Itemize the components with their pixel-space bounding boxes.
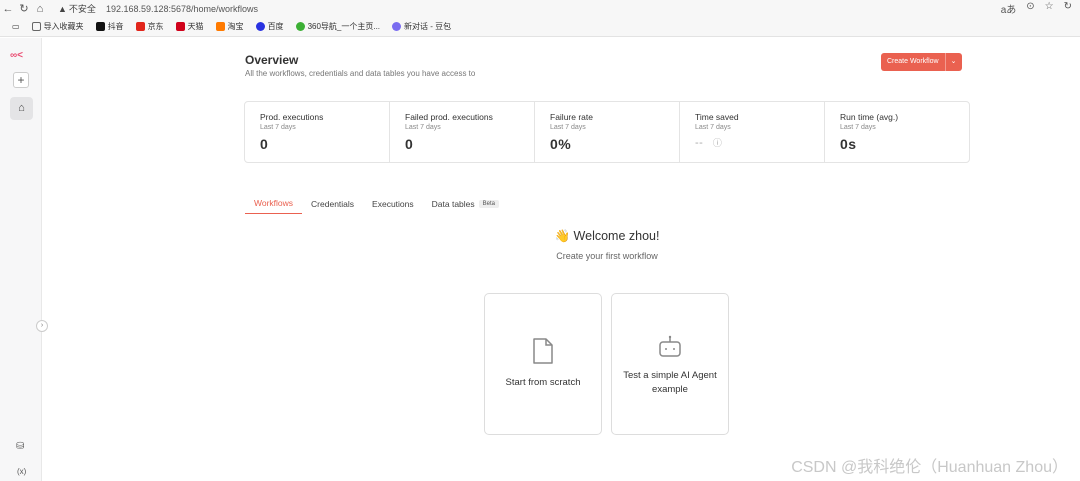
create-workflow-group: Create Workflow ⌄ [881,53,962,71]
bookmark-label: 导入收藏夹 [43,22,84,31]
doubao-icon [392,22,402,31]
stat-period: Last 7 days [405,124,441,131]
bookmark-item[interactable]: 淘宝 [215,21,244,32]
chevron-down-icon: ⌄ [950,58,957,65]
stat-value: 0% [550,136,572,152]
bookmark-label: 新对话 - 豆包 [404,22,452,31]
home-nav-button[interactable]: ⌂ [10,97,33,120]
templates-icon[interactable]: ⛁ [16,441,24,452]
variables-icon[interactable]: (x) [17,467,26,476]
start-from-scratch-card[interactable]: Start from scratch [484,293,602,435]
tabs: Workflows Credentials Executions Data ta… [245,196,508,214]
apps-icon: ▭ [12,22,20,31]
insecure-label: 不安全 [68,4,96,14]
page-title: Overview [245,53,299,67]
create-workflow-button[interactable]: Create Workflow [881,53,945,71]
watermark: CSDN @我科绝伦（Huanhuan Zhou） [791,459,1068,476]
bookmark-item[interactable]: 导入收藏夹 [31,21,84,32]
tab-executions[interactable]: Executions [363,196,423,214]
stats-panel: Prod. executions Last 7 days 0 Failed pr… [244,101,970,163]
collapse-sidebar-button[interactable]: › [36,320,48,332]
stat-failure-rate: Failure rate Last 7 days 0% [535,102,680,162]
bookmark-label: 淘宝 [227,22,244,31]
stat-value: 0 [260,136,269,152]
browser-address-bar: ← ↻ ⌂ ▲ 不安全 192.168.59.128:5678/home/wor… [0,0,1080,17]
bookmark-item[interactable]: 新对话 - 豆包 [392,21,451,32]
warning-icon: ▲ [58,3,67,14]
stat-period: Last 7 days [260,124,296,131]
stat-label: Failed prod. executions [405,112,493,122]
url-text[interactable]: 192.168.59.128:5678/home/workflows [106,4,258,14]
tab-credentials[interactable]: Credentials [302,196,363,214]
tab-data-tables[interactable]: Data tables Beta [423,196,508,214]
stat-value: 0s [840,136,857,152]
refresh-icon[interactable]: ↻ [1064,1,1072,16]
bookmark-item[interactable]: 抖音 [95,21,124,32]
house-icon: ⌂ [18,102,25,114]
file-icon [485,338,601,369]
tmall-icon [175,22,185,31]
page-subtitle: All the workflows, credentials and data … [245,69,476,78]
tab-label: Data tables [431,198,475,209]
folder-icon [31,22,41,31]
stat-label: Run time (avg.) [840,112,899,122]
nav360-icon [295,22,305,31]
robot-icon [612,334,728,365]
beta-badge: Beta [478,199,499,208]
insecure-indicator[interactable]: ▲ 不安全 [58,2,96,15]
bookmark-item[interactable]: 360导航_一个主页... [295,21,381,32]
welcome-subtitle: Create your first workflow [556,251,658,261]
card-label: Test a simple AI Agent example [623,370,717,395]
n8n-logo-icon[interactable]: ∞< [10,50,23,61]
bookmark-label: 百度 [267,22,284,31]
bookmark-label: 360导航_一个主页... [307,22,381,31]
more-icon[interactable]: ⊙ [1026,1,1034,16]
stat-prod-executions: Prod. executions Last 7 days 0 [245,102,390,162]
stat-value: -- ⓘ [695,136,824,149]
stat-time-saved: Time saved Last 7 days -- ⓘ [680,102,825,162]
add-button[interactable]: + [13,72,29,88]
back-icon[interactable]: ← [0,3,16,15]
sidebar: ∞< + ⌂ ⛁ (x) [0,38,42,481]
taobao-icon [215,22,225,31]
stat-period: Last 7 days [550,124,586,131]
stat-label: Prod. executions [260,112,324,122]
bookmark-apps[interactable]: ▭ [12,22,20,31]
bookmark-item[interactable]: 京东 [135,21,164,32]
reload-icon[interactable]: ↻ [16,2,32,15]
douyin-icon [95,22,105,31]
tab-workflows[interactable]: Workflows [245,196,303,214]
stat-label: Time saved [695,112,739,122]
create-dropdown-button[interactable]: ⌄ [944,53,962,71]
baidu-icon [255,22,265,31]
bookmark-item[interactable]: 天猫 [175,21,204,32]
bookmark-label: 京东 [147,22,164,31]
stat-label: Failure rate [550,112,593,122]
bookmark-label: 天猫 [187,22,204,31]
bookmarks-bar: ▭ 导入收藏夹 抖音 京东 天猫 淘宝 百度 360导航_一个主页... 新对话… [0,17,1080,37]
info-icon[interactable]: ⓘ [713,138,723,148]
card-label: Start from scratch [505,377,581,388]
stat-failed-executions: Failed prod. executions Last 7 days 0 [390,102,535,162]
jd-icon [135,22,145,31]
bookmark-label: 抖音 [107,22,124,31]
translate-icon[interactable]: aあ [1001,1,1017,16]
stat-value-text: -- [695,137,704,149]
chevron-right-icon: › [40,322,44,329]
stat-run-time: Run time (avg.) Last 7 days 0s [825,102,969,162]
favorite-icon[interactable]: ☆ [1045,1,1054,16]
stat-period: Last 7 days [695,124,731,131]
ai-agent-example-card[interactable]: Test a simple AI Agent example [611,293,729,435]
home-icon[interactable]: ⌂ [32,3,48,15]
stat-value: 0 [405,136,414,152]
stat-period: Last 7 days [840,124,876,131]
welcome-title: 👋 Welcome zhou! [554,229,660,243]
bookmark-item[interactable]: 百度 [255,21,284,32]
